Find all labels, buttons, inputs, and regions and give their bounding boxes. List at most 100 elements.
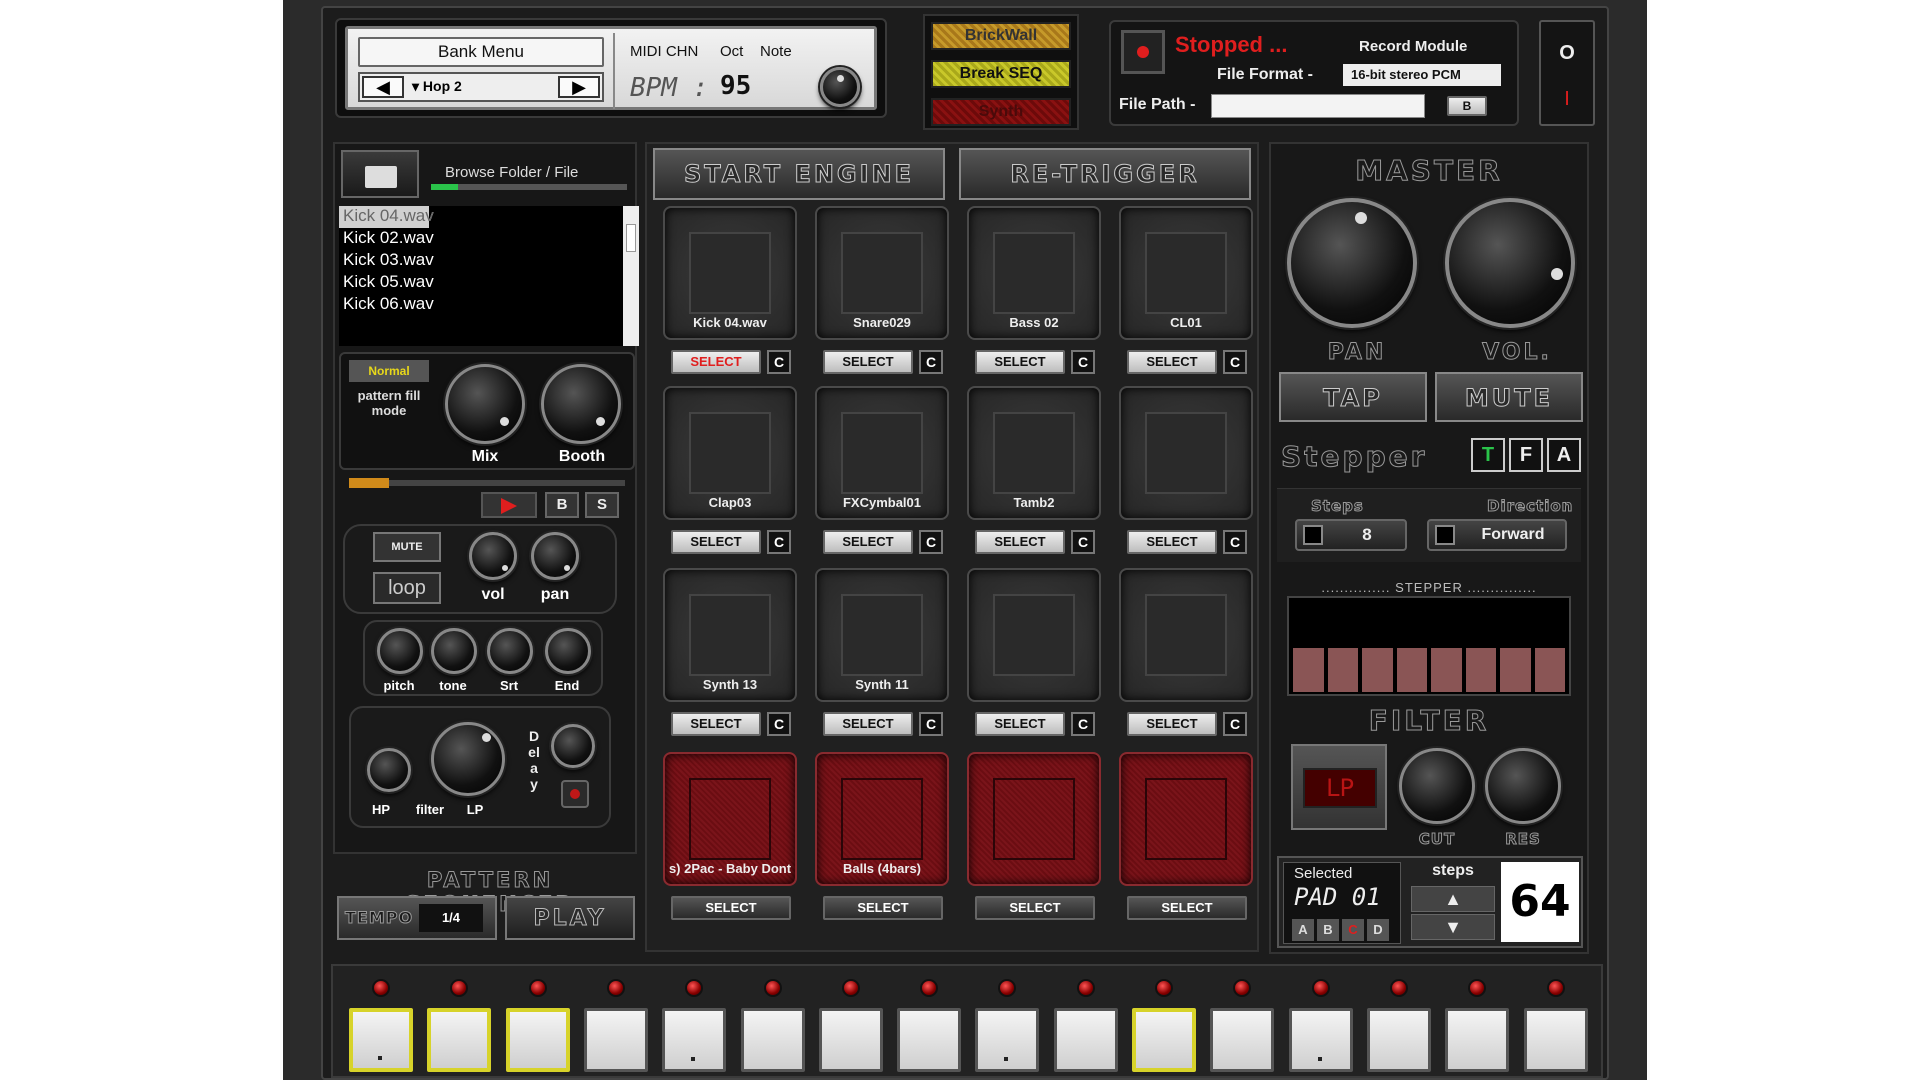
pad-select-button[interactable]: SELECT	[671, 350, 761, 374]
pad-10[interactable]: Synth 11	[815, 568, 949, 702]
pad-select-button[interactable]: SELECT	[975, 530, 1065, 554]
filter-knob[interactable]	[431, 722, 505, 796]
synth-button[interactable]: Synth	[931, 98, 1071, 126]
step-button-3[interactable]	[505, 1008, 570, 1072]
play-triangle-button[interactable]	[481, 492, 537, 518]
bank-c-button[interactable]: C	[1342, 919, 1364, 941]
position-slider[interactable]	[349, 478, 625, 488]
step-button-7[interactable]	[818, 1008, 883, 1072]
step-button-8[interactable]	[897, 1008, 962, 1072]
pad-08[interactable]	[1119, 386, 1253, 520]
pad-c-button[interactable]: C	[1223, 530, 1247, 554]
file-item[interactable]: Kick 02.wav	[339, 228, 623, 250]
hp-knob[interactable]	[367, 748, 411, 792]
pad-02[interactable]: Snare029	[815, 206, 949, 340]
cut-knob[interactable]	[1399, 748, 1475, 824]
pad-select-button[interactable]: SELECT	[975, 350, 1065, 374]
master-mute-button[interactable]: MUTE	[1435, 372, 1583, 422]
file-path-input[interactable]	[1211, 94, 1425, 118]
loop-button[interactable]: loop	[373, 572, 441, 604]
pad-c-button[interactable]: C	[767, 530, 791, 554]
file-list-scrollbar[interactable]	[623, 206, 639, 346]
delay-knob[interactable]	[551, 724, 595, 768]
pad-select-button[interactable]: SELECT	[1127, 712, 1217, 736]
pad-select-button[interactable]: SELECT	[671, 896, 791, 920]
steps-count-value[interactable]: 64	[1501, 862, 1579, 942]
bpm-value[interactable]: 95	[720, 71, 751, 101]
bank-d-button[interactable]: D	[1367, 919, 1389, 941]
step-button-15[interactable]	[1445, 1008, 1510, 1072]
filter-mode-button[interactable]: LP	[1291, 744, 1387, 830]
srt-knob[interactable]	[487, 628, 533, 674]
delay-toggle[interactable]	[561, 780, 589, 808]
step-button-2[interactable]	[427, 1008, 492, 1072]
pad-12[interactable]	[1119, 568, 1253, 702]
stepper-t-button[interactable]: T	[1471, 438, 1505, 472]
res-knob[interactable]	[1485, 748, 1561, 824]
pad-c-button[interactable]: C	[919, 350, 943, 374]
pad-c-button[interactable]: C	[767, 712, 791, 736]
pad-select-button[interactable]: SELECT	[1127, 896, 1247, 920]
pad-c-button[interactable]: C	[1223, 712, 1247, 736]
s-button[interactable]: S	[585, 492, 619, 518]
tone-knob[interactable]	[431, 628, 477, 674]
mix-knob[interactable]	[445, 364, 525, 444]
pad-c-button[interactable]: C	[919, 712, 943, 736]
pad-select-button[interactable]: SELECT	[1127, 530, 1217, 554]
note-label[interactable]: Note	[760, 43, 792, 60]
pad-01[interactable]: Kick 04.wav	[663, 206, 797, 340]
pad-select-button[interactable]: SELECT	[1127, 350, 1217, 374]
pad-09[interactable]: Synth 13	[663, 568, 797, 702]
pad-c-button[interactable]: C	[767, 350, 791, 374]
pad-c-button[interactable]: C	[1071, 530, 1095, 554]
booth-knob[interactable]	[541, 364, 621, 444]
pad-14[interactable]: Balls (4bars)	[815, 752, 949, 886]
step-button-5[interactable]	[662, 1008, 727, 1072]
steps-up-arrow-icon[interactable]: ▲	[1411, 886, 1495, 912]
pad-03[interactable]: Bass 02	[967, 206, 1101, 340]
file-item[interactable]: Kick 03.wav	[339, 250, 623, 272]
bank-next-arrow-icon[interactable]: ▶	[558, 76, 600, 98]
pad-05[interactable]: Clap03	[663, 386, 797, 520]
pad-select-button[interactable]: SELECT	[823, 530, 913, 554]
pad-c-button[interactable]: C	[919, 530, 943, 554]
pitch-knob[interactable]	[377, 628, 423, 674]
master-vol-knob[interactable]	[1445, 198, 1575, 328]
bank-dropdown[interactable]: ▾ Hop 2	[412, 78, 462, 95]
step-button-10[interactable]	[1053, 1008, 1118, 1072]
bpm-knob[interactable]	[820, 67, 860, 107]
step-button-16[interactable]	[1523, 1008, 1588, 1072]
master-pan-knob[interactable]	[1287, 198, 1417, 328]
step-button-12[interactable]	[1210, 1008, 1275, 1072]
step-button-6[interactable]	[740, 1008, 805, 1072]
pad-select-button[interactable]: SELECT	[823, 350, 913, 374]
midi-chn-label[interactable]: MIDI CHN	[630, 43, 698, 60]
pad-15[interactable]	[967, 752, 1101, 886]
pad-select-button[interactable]: SELECT	[823, 896, 943, 920]
bank-prev-arrow-icon[interactable]: ◀	[362, 76, 404, 98]
bank-b-button[interactable]: B	[1317, 919, 1339, 941]
pad-select-button[interactable]: SELECT	[671, 530, 761, 554]
pad-c-button[interactable]: C	[1071, 712, 1095, 736]
stepper-f-button[interactable]: F	[1509, 438, 1543, 472]
end-knob[interactable]	[545, 628, 591, 674]
steps-down-arrow-icon[interactable]: ▼	[1411, 914, 1495, 940]
direction-selector[interactable]: Forward	[1427, 519, 1567, 551]
step-button-9[interactable]	[975, 1008, 1040, 1072]
direction-checkbox[interactable]	[1435, 525, 1455, 545]
pad-select-button[interactable]: SELECT	[671, 712, 761, 736]
power-switch[interactable]: O I	[1539, 20, 1595, 126]
step-button-4[interactable]	[583, 1008, 648, 1072]
stepper-a-button[interactable]: A	[1547, 438, 1581, 472]
step-button-14[interactable]	[1366, 1008, 1431, 1072]
oct-label[interactable]: Oct	[720, 43, 743, 60]
step-button-11[interactable]	[1132, 1008, 1196, 1072]
vol-knob[interactable]	[469, 532, 517, 580]
pad-07[interactable]: Tamb2	[967, 386, 1101, 520]
tap-button[interactable]: TAP	[1279, 372, 1427, 422]
mute-button[interactable]: MUTE	[373, 532, 441, 562]
pad-select-button[interactable]: SELECT	[975, 896, 1095, 920]
tempo-button[interactable]: TEMPO 1/4	[337, 896, 497, 940]
steps-checkbox[interactable]	[1303, 525, 1323, 545]
bank-a-button[interactable]: A	[1292, 919, 1314, 941]
